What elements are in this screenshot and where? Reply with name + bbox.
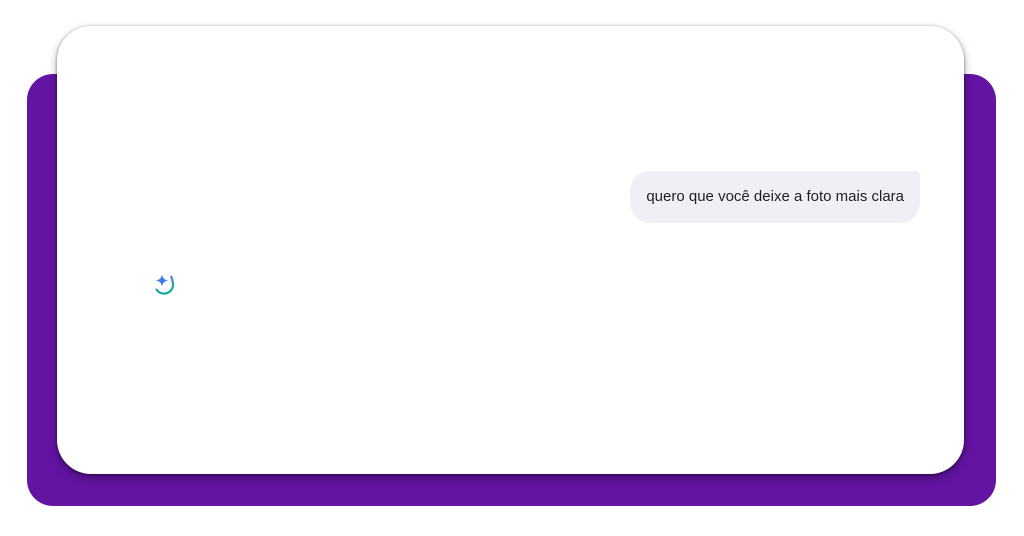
user-message-bubble: quero que você deixe a foto mais clara: [630, 171, 920, 223]
gemini-sparkle-loading-icon: [152, 270, 182, 300]
chat-window: quero que você deixe a foto mais clara: [57, 26, 964, 474]
screenshot-stage: quero que você deixe a foto mais clara: [0, 0, 1024, 536]
